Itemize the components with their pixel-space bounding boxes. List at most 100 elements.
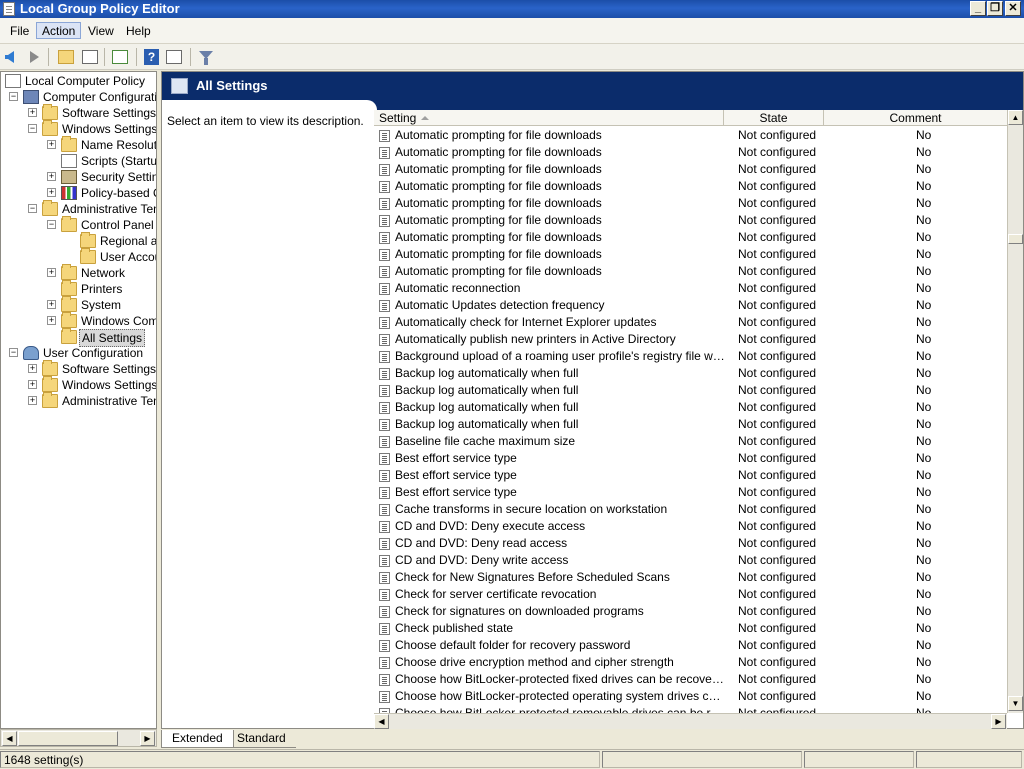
table-row[interactable]: Automatically publish new printers in Ac… bbox=[374, 331, 1007, 348]
export-list-button[interactable] bbox=[110, 48, 130, 66]
tree-horizontal-scrollbar[interactable]: ◀ ▶ bbox=[0, 729, 157, 747]
table-row[interactable]: Best effort service type Not configured No bbox=[374, 467, 1007, 484]
table-row[interactable]: Choose how BitLocker-protected fixed dri… bbox=[374, 671, 1007, 688]
table-row[interactable]: CD and DVD: Deny read access Not configur… bbox=[374, 535, 1007, 552]
menu-view[interactable]: View bbox=[83, 23, 119, 40]
column-header-setting[interactable]: Setting bbox=[374, 110, 724, 126]
table-row[interactable]: Best effort service type Not configured No bbox=[374, 450, 1007, 467]
setting-name: CD and DVD: Deny write access bbox=[395, 553, 569, 567]
list-horizontal-scrollbar[interactable]: ◀ ▶ bbox=[374, 713, 1007, 729]
table-row[interactable]: Best effort service type Not configured No bbox=[374, 484, 1007, 501]
setting-name: CD and DVD: Deny read access bbox=[395, 536, 568, 550]
table-row[interactable]: Automatically check for Internet Explore… bbox=[374, 314, 1007, 331]
table-row[interactable]: Backup log automatically when full Not co… bbox=[374, 365, 1007, 382]
policy-setting-icon bbox=[379, 402, 390, 414]
table-row[interactable]: Check for server certificate revocation N… bbox=[374, 586, 1007, 603]
table-row[interactable]: CD and DVD: Deny execute access Not confi… bbox=[374, 518, 1007, 535]
expander[interactable]: − bbox=[47, 220, 56, 229]
expander[interactable]: + bbox=[28, 108, 37, 117]
forward-button[interactable] bbox=[22, 48, 42, 66]
table-row[interactable]: Check for New Signatures Before Schedule… bbox=[374, 569, 1007, 586]
table-row[interactable]: Automatic prompting for file downloads No… bbox=[374, 212, 1007, 229]
setting-comment: No bbox=[916, 196, 932, 210]
table-row[interactable]: Check published state Not configured No bbox=[374, 620, 1007, 637]
table-row[interactable]: Backup log automatically when full Not co… bbox=[374, 382, 1007, 399]
back-button[interactable] bbox=[2, 48, 22, 66]
table-row[interactable]: Automatic prompting for file downloads No… bbox=[374, 195, 1007, 212]
menu-action[interactable]: Action bbox=[36, 22, 82, 39]
column-header-comment[interactable]: Comment bbox=[824, 110, 1007, 126]
minimize-button[interactable]: _ bbox=[970, 1, 986, 16]
console-tree[interactable]: Local Computer Policy − Computer Configu… bbox=[0, 71, 157, 729]
table-row[interactable]: Choose how BitLocker-protected operating… bbox=[374, 688, 1007, 705]
setting-comment: No bbox=[916, 128, 932, 142]
expander[interactable]: + bbox=[47, 172, 56, 181]
column-header-state[interactable]: State bbox=[724, 110, 824, 126]
expander[interactable]: + bbox=[47, 140, 56, 149]
expander[interactable]: − bbox=[28, 124, 37, 133]
policy-setting-icon bbox=[379, 589, 390, 601]
table-row[interactable]: Automatic prompting for file downloads No… bbox=[374, 246, 1007, 263]
expander[interactable]: − bbox=[9, 348, 18, 357]
setting-name: CD and DVD: Deny execute access bbox=[395, 519, 586, 533]
table-row[interactable]: Choose default folder for recovery passw… bbox=[374, 637, 1007, 654]
table-row[interactable]: Backup log automatically when full Not co… bbox=[374, 399, 1007, 416]
setting-name: Best effort service type bbox=[395, 468, 517, 482]
scroll-thumb[interactable] bbox=[1008, 234, 1023, 244]
filter-button[interactable] bbox=[196, 48, 216, 66]
table-row[interactable]: Automatic prompting for file downloads No… bbox=[374, 229, 1007, 246]
table-row[interactable]: Automatic prompting for file downloads No… bbox=[374, 161, 1007, 178]
properties-button[interactable] bbox=[164, 48, 184, 66]
table-row[interactable]: Choose drive encryption method and ciphe… bbox=[374, 654, 1007, 671]
expander[interactable]: + bbox=[28, 380, 37, 389]
table-row[interactable]: Baseline file cache maximum size Not conf… bbox=[374, 433, 1007, 450]
scroll-right-button[interactable]: ▶ bbox=[991, 714, 1006, 729]
policy-setting-icon bbox=[379, 130, 390, 142]
table-row[interactable]: Automatic prompting for file downloads No… bbox=[374, 144, 1007, 161]
policy-setting-icon bbox=[379, 453, 390, 465]
header-decoration bbox=[162, 100, 1023, 110]
help-button[interactable]: ? bbox=[142, 48, 162, 66]
scroll-right-button[interactable]: ▶ bbox=[140, 731, 155, 746]
up-level-button[interactable] bbox=[56, 48, 76, 66]
table-row[interactable]: Automatic reconnection Not configured No bbox=[374, 280, 1007, 297]
scroll-down-button[interactable]: ▼ bbox=[1008, 696, 1023, 711]
show-hide-tree-button[interactable] bbox=[80, 48, 100, 66]
table-row[interactable]: Background upload of a roaming user prof… bbox=[374, 348, 1007, 365]
tab-extended[interactable]: Extended bbox=[161, 730, 234, 748]
table-row[interactable]: Automatic prompting for file downloads No… bbox=[374, 127, 1007, 144]
table-row[interactable]: CD and DVD: Deny write access Not configu… bbox=[374, 552, 1007, 569]
policy-setting-icon bbox=[379, 640, 390, 652]
expander[interactable]: + bbox=[47, 316, 56, 325]
tab-standard[interactable]: Standard bbox=[227, 730, 296, 748]
scroll-left-button[interactable]: ◀ bbox=[2, 731, 17, 746]
scroll-left-button[interactable]: ◀ bbox=[374, 714, 389, 729]
expander[interactable]: + bbox=[47, 300, 56, 309]
table-row[interactable]: Automatic prompting for file downloads No… bbox=[374, 263, 1007, 280]
table-row[interactable]: Automatic prompting for file downloads No… bbox=[374, 178, 1007, 195]
table-row[interactable]: Automatic Updates detection frequency Not… bbox=[374, 297, 1007, 314]
folder-icon bbox=[80, 232, 96, 248]
expander[interactable]: − bbox=[28, 204, 37, 213]
setting-state: Not configured bbox=[738, 366, 817, 380]
scroll-thumb[interactable] bbox=[18, 731, 118, 746]
menu-file[interactable]: File bbox=[5, 23, 34, 40]
close-button[interactable]: ✕ bbox=[1005, 1, 1021, 16]
expander[interactable]: + bbox=[28, 396, 37, 405]
restore-button[interactable]: ❐ bbox=[987, 1, 1003, 16]
table-row[interactable]: Choose how BitLocker-protected removable… bbox=[374, 705, 1007, 713]
setting-state: Not configured bbox=[738, 383, 817, 397]
tree-item-label: Printers bbox=[81, 282, 123, 296]
expander[interactable]: − bbox=[9, 92, 18, 101]
menu-help[interactable]: Help bbox=[121, 23, 156, 40]
table-row[interactable]: Cache transforms in secure location on w… bbox=[374, 501, 1007, 518]
scroll-up-button[interactable]: ▲ bbox=[1008, 110, 1023, 125]
settings-list[interactable]: Setting State Comment Automatic promptin… bbox=[374, 110, 1007, 713]
column-header-label: Comment bbox=[889, 111, 942, 125]
table-row[interactable]: Check for signatures on downloaded progr… bbox=[374, 603, 1007, 620]
list-vertical-scrollbar[interactable]: ▲ ▼ bbox=[1007, 110, 1023, 713]
table-row[interactable]: Backup log automatically when full Not co… bbox=[374, 416, 1007, 433]
expander[interactable]: + bbox=[47, 268, 56, 277]
expander[interactable]: + bbox=[28, 364, 37, 373]
expander[interactable]: + bbox=[47, 188, 56, 197]
